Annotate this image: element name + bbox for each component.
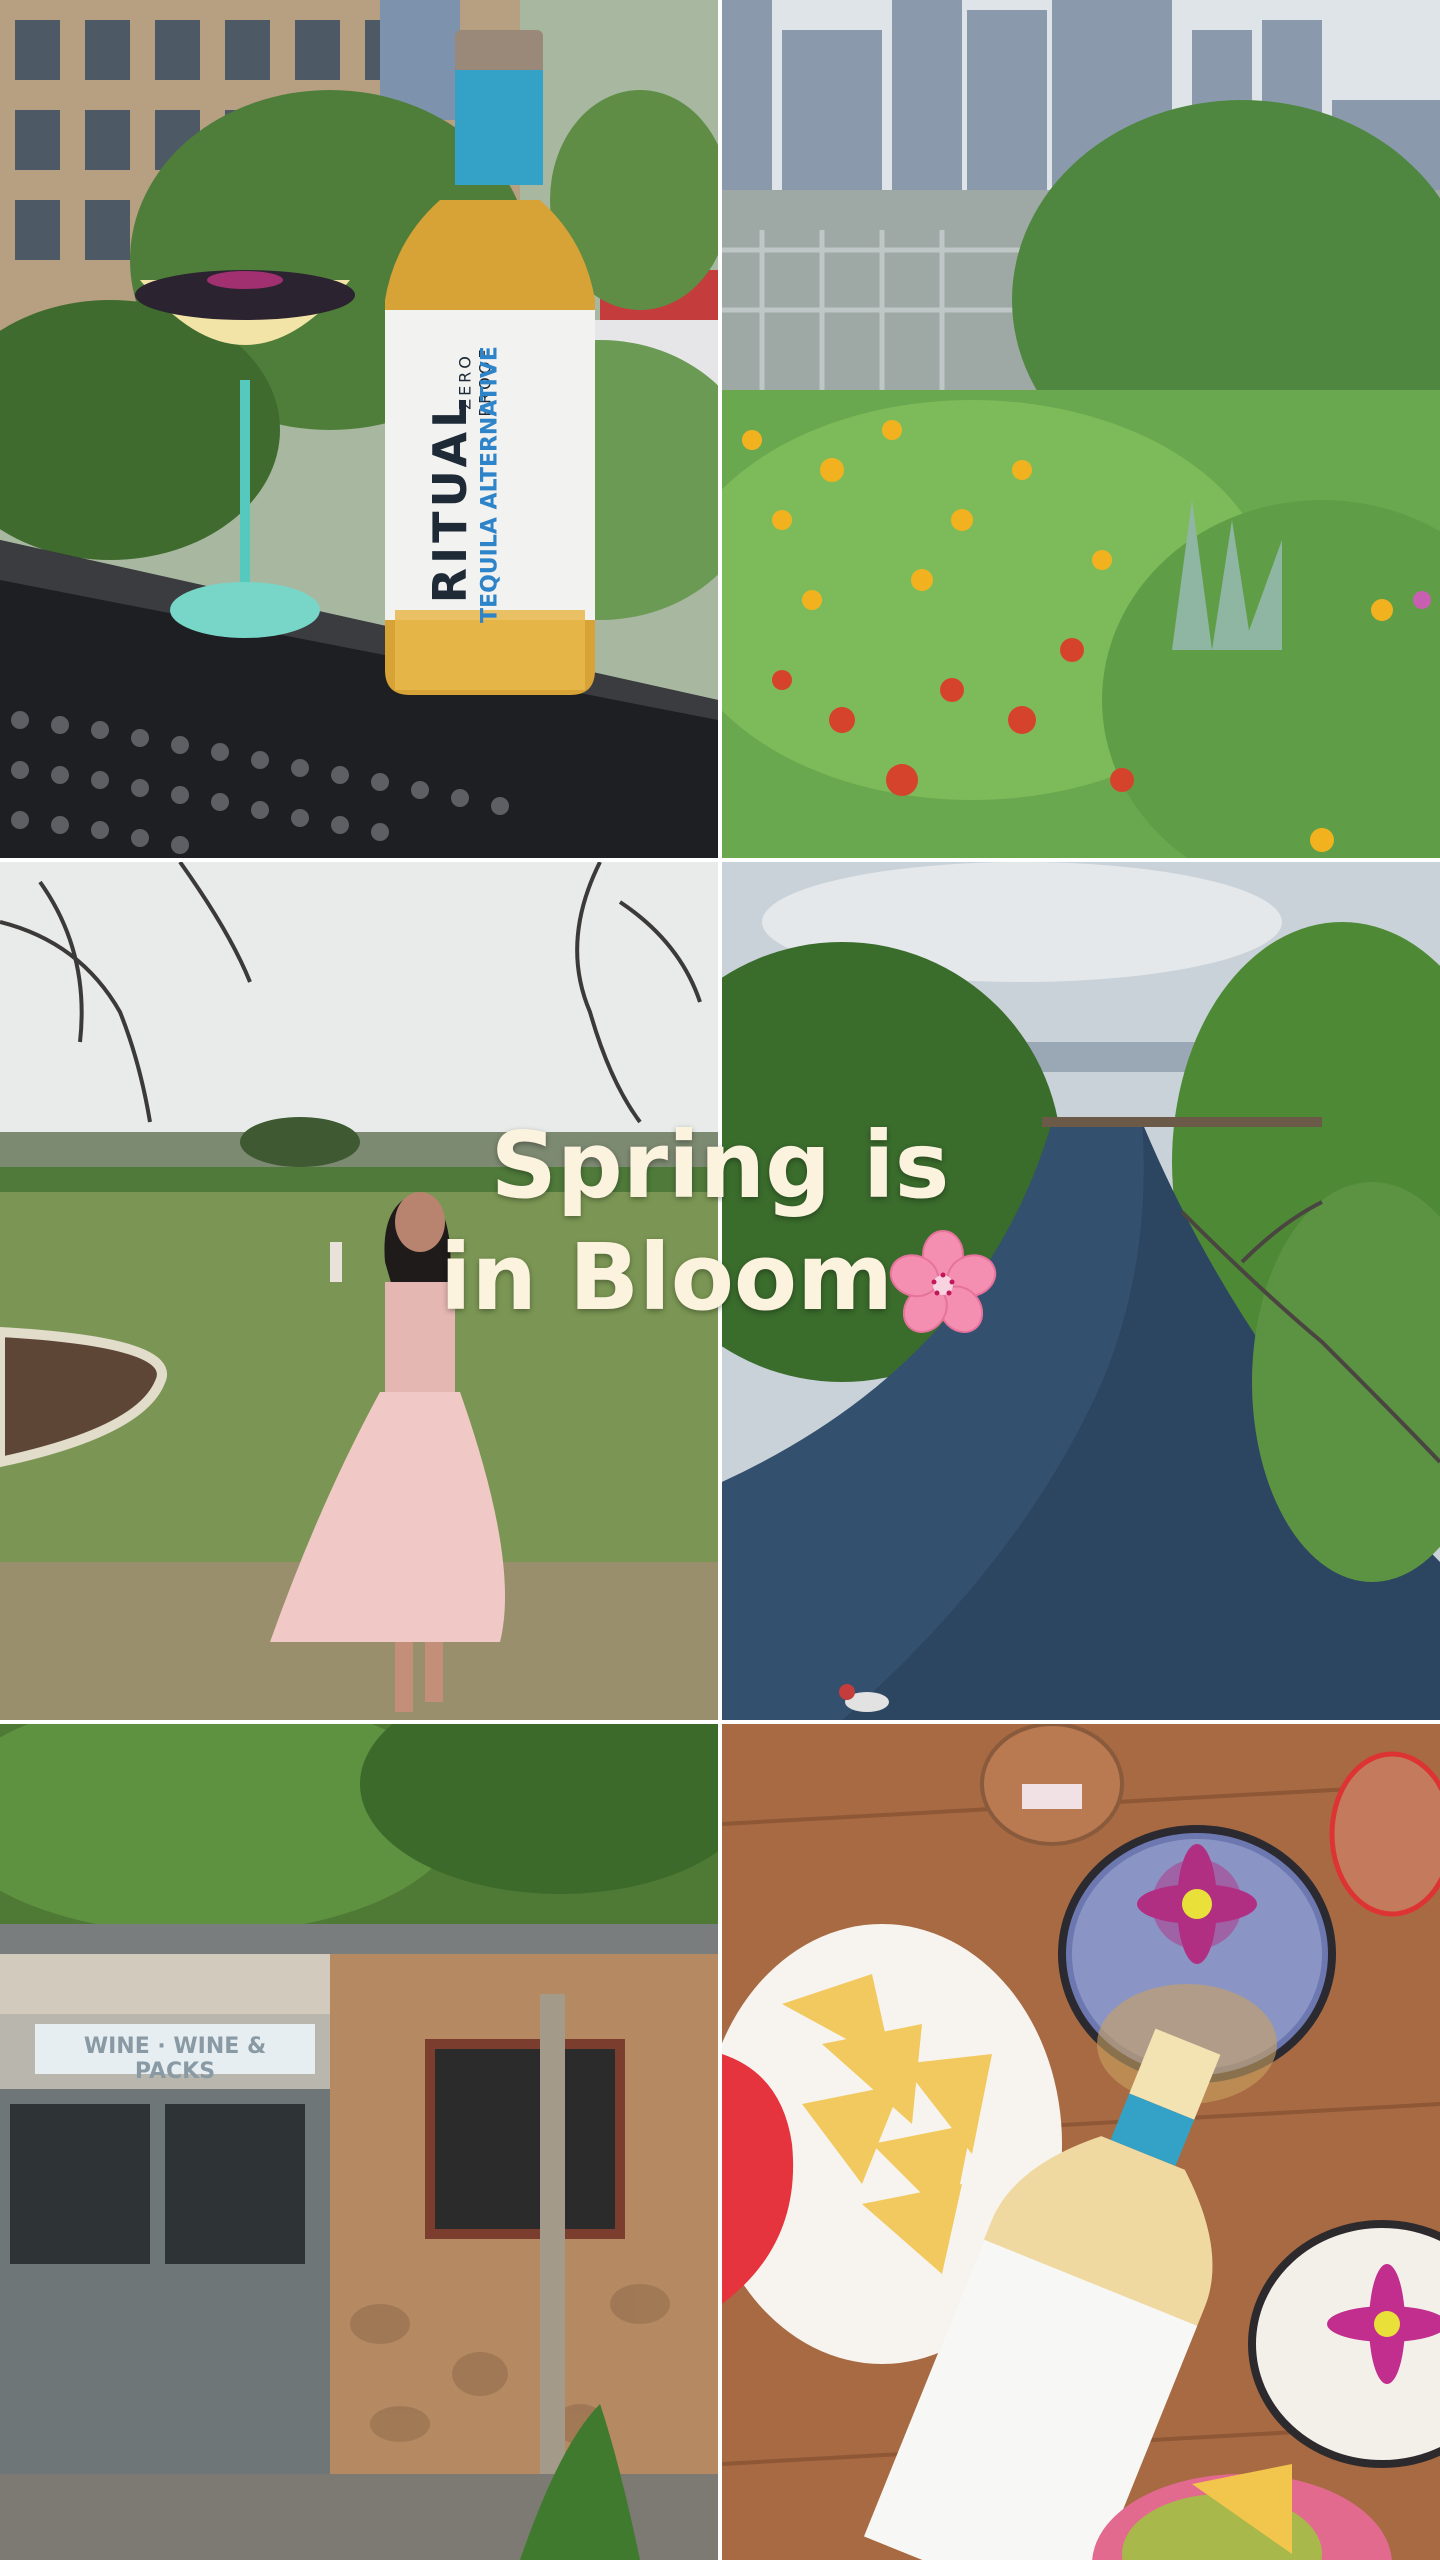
photo-collage: WINE · WINE & PACKS RITUAL ZERO PROOF TE… [0, 0, 1440, 2560]
cherry-blossom-icon [888, 1230, 998, 1340]
photo-wildflowers-skyline [722, 0, 1440, 858]
headline-line-1: Spring is [490, 1112, 950, 1219]
storefront-sign: WINE · WINE & PACKS [83, 2034, 267, 2084]
bottle-product: TEQUILA ALTERNATIVE [477, 346, 503, 623]
photo-cocktail-balcony [0, 0, 718, 858]
bottle-zero: ZERO [455, 353, 475, 410]
photo-storefront: WINE · WINE & PACKS [0, 1724, 718, 2560]
photo-table-cocktails [722, 1724, 1440, 2560]
bottle-label-top: RITUAL ZERO PROOF TEQUILA ALTERNATIVE [385, 312, 595, 623]
